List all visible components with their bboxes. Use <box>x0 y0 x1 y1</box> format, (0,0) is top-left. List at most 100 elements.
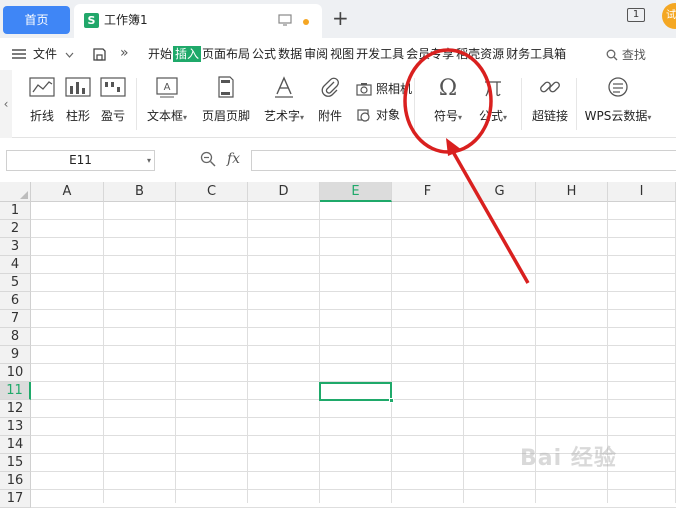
textbox-icon: A <box>156 77 178 98</box>
row-header-6[interactable]: 6 <box>0 292 31 310</box>
wordart-button[interactable]: 艺术字▾ <box>260 76 308 124</box>
column-header-e[interactable]: E <box>320 182 392 202</box>
formula-input[interactable] <box>251 150 676 171</box>
wordart-icon <box>275 76 293 98</box>
winloss-sparkline-button[interactable]: 盈亏 <box>98 76 128 124</box>
active-cell[interactable] <box>319 382 394 403</box>
row-header-7[interactable]: 7 <box>0 310 31 328</box>
row-header-15[interactable]: 15 <box>0 454 31 472</box>
spreadsheet-icon: S <box>84 13 99 28</box>
column-header-c[interactable]: C <box>176 182 248 202</box>
unsaved-dot-icon <box>303 19 309 25</box>
chevron-down-icon[interactable]: ▾ <box>147 151 151 170</box>
column-header-f[interactable]: F <box>392 182 464 202</box>
hamburger-icon[interactable] <box>12 49 26 59</box>
tab-docer[interactable]: 稻壳资源 <box>455 46 505 62</box>
grid-row-line <box>31 237 676 238</box>
insert-function-button[interactable]: fx <box>227 151 240 167</box>
grid-column-line <box>319 202 320 503</box>
row-header-14[interactable]: 14 <box>0 436 31 454</box>
link-icon <box>540 81 560 93</box>
ribbon-scroll-left-button[interactable]: ‹ <box>0 70 12 138</box>
title-tab-bar: 首页 S 工作簿1 + 1 试 <box>0 0 676 38</box>
omega-icon: Ω <box>439 76 457 98</box>
camera-icon <box>356 82 372 96</box>
equation-button[interactable]: 公式▾ <box>474 76 512 124</box>
row-header-11[interactable]: 11 <box>0 382 31 400</box>
attachment-label: 附件 <box>317 109 342 123</box>
select-all-corner[interactable] <box>0 182 31 202</box>
hyperlink-label: 超链接 <box>531 109 568 123</box>
tab-formulas[interactable]: 公式 <box>251 46 277 62</box>
line-sparkline-button[interactable]: 折线 <box>27 76 57 124</box>
tab-finance-tools[interactable]: 财务工具箱 <box>505 46 567 62</box>
name-box[interactable]: E11 ▾ <box>6 150 155 171</box>
file-menu[interactable]: 文件 <box>33 47 74 61</box>
row-header-9[interactable]: 9 <box>0 346 31 364</box>
tab-home[interactable]: 开始 <box>147 46 173 62</box>
row-header-12[interactable]: 12 <box>0 400 31 418</box>
grid-row-line <box>31 291 676 292</box>
column-sparkline-button[interactable]: 柱形 <box>63 76 93 124</box>
column-header-i[interactable]: I <box>608 182 676 202</box>
tab-developer[interactable]: 开发工具 <box>355 46 405 62</box>
new-tab-button[interactable]: + <box>332 8 349 28</box>
column-header-b[interactable]: B <box>104 182 176 202</box>
save-icon[interactable] <box>92 47 107 62</box>
wps-cloud-data-button[interactable]: WPS云数据▾ <box>582 76 654 124</box>
column-header-d[interactable]: D <box>248 182 320 202</box>
search-icon <box>606 49 618 61</box>
column-header-a[interactable]: A <box>31 182 104 202</box>
row-header-4[interactable]: 4 <box>0 256 31 274</box>
line-chart-icon <box>29 77 55 97</box>
tab-page-layout[interactable]: 页面布局 <box>201 46 251 62</box>
select-all-icon <box>20 191 28 199</box>
camera-button[interactable]: 照相机 <box>356 80 412 97</box>
grid-column-line <box>463 202 464 503</box>
hyperlink-button[interactable]: 超链接 <box>528 76 572 124</box>
header-footer-button[interactable]: 页眉页脚 <box>200 76 252 124</box>
window-count-badge[interactable]: 1 <box>627 8 645 22</box>
row-header-1[interactable]: 1 <box>0 202 31 220</box>
pi-formula-icon <box>485 81 501 97</box>
cloud-data-icon <box>608 77 628 97</box>
column-header-h[interactable]: H <box>536 182 608 202</box>
tab-data[interactable]: 数据 <box>277 46 303 62</box>
column-header-g[interactable]: G <box>464 182 536 202</box>
search-button[interactable]: 查找 <box>606 46 646 63</box>
row-header-2[interactable]: 2 <box>0 220 31 238</box>
tab-insert[interactable]: 插入 <box>173 46 202 62</box>
tab-member[interactable]: 会员专享 <box>405 46 455 62</box>
object-button[interactable]: 对象 <box>356 106 400 123</box>
header-footer-label: 页眉页脚 <box>201 109 250 123</box>
textbox-button[interactable]: A 文本框▾ <box>143 76 191 124</box>
row-header-3[interactable]: 3 <box>0 238 31 256</box>
watermark: Bai 经验 <box>520 446 617 471</box>
ribbon-divider <box>521 78 522 130</box>
cell-reference: E11 <box>69 153 92 167</box>
avatar[interactable]: 试 <box>662 3 676 29</box>
home-tab[interactable]: 首页 <box>3 6 70 34</box>
grid-column-line <box>247 202 248 503</box>
tab-view[interactable]: 视图 <box>329 46 355 62</box>
object-icon <box>357 108 370 122</box>
monitor-icon[interactable] <box>278 14 292 26</box>
document-tab[interactable]: S 工作簿1 <box>74 4 322 38</box>
menu-bar: 文件 » 开始 插入 页面布局 公式 数据 审阅 视图 开发工具 会员专享 稻壳… <box>0 38 676 70</box>
fill-handle[interactable] <box>389 398 394 403</box>
row-header-16[interactable]: 16 <box>0 472 31 490</box>
row-header-17[interactable]: 17 <box>0 490 31 508</box>
row-header-10[interactable]: 10 <box>0 364 31 382</box>
grid-row-line <box>31 435 676 436</box>
row-header-5[interactable]: 5 <box>0 274 31 292</box>
ribbon-divider <box>576 78 577 130</box>
zoom-icon[interactable] <box>200 151 216 167</box>
symbol-button[interactable]: Ω 符号▾ <box>428 76 468 124</box>
formula-bar: E11 ▾ fx <box>0 138 676 182</box>
row-header-8[interactable]: 8 <box>0 328 31 346</box>
win-loss-icon <box>100 77 126 97</box>
more-chevron-icon[interactable]: » <box>120 45 129 61</box>
tab-review[interactable]: 审阅 <box>303 46 329 62</box>
attachment-button[interactable]: 附件 <box>315 76 345 124</box>
row-header-13[interactable]: 13 <box>0 418 31 436</box>
